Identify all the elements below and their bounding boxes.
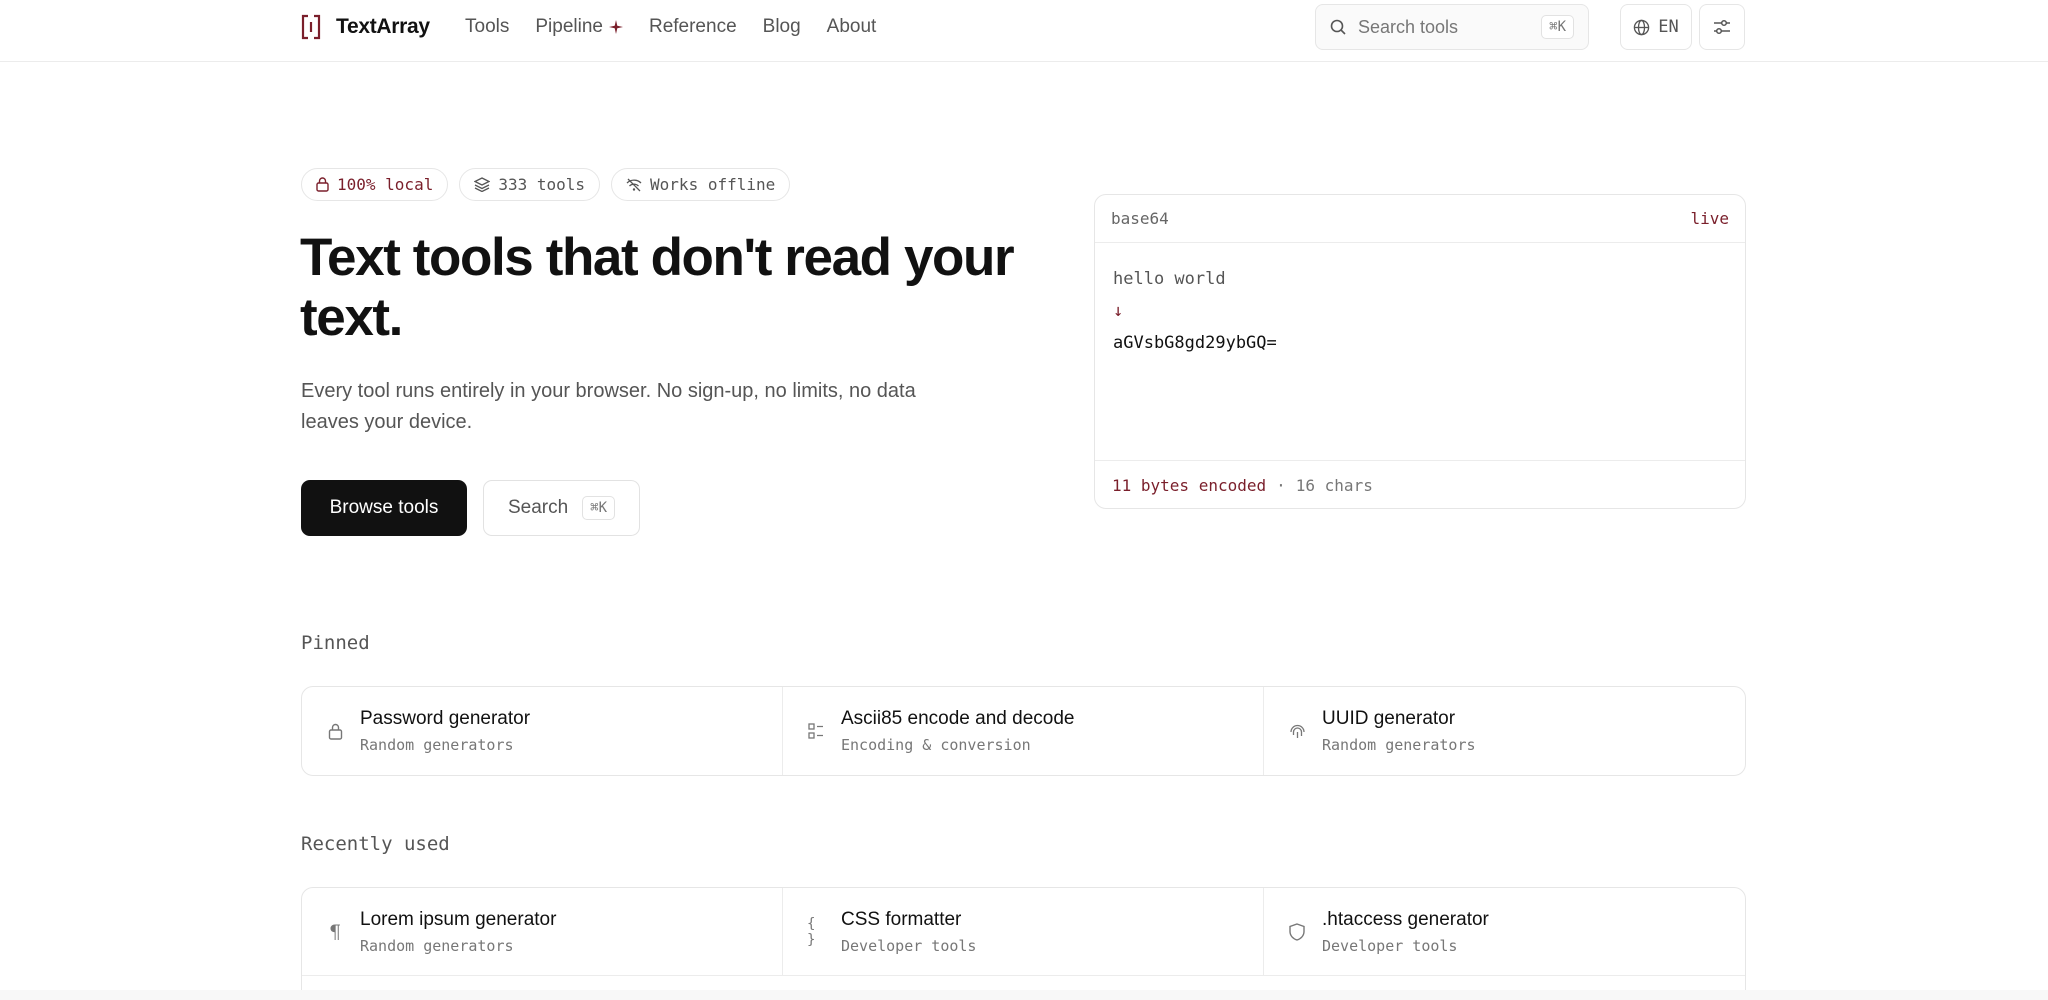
demo-header: base64 live	[1095, 195, 1745, 243]
search-icon	[1330, 19, 1346, 35]
top-navbar: TextArray Tools Pipeline Reference Blog …	[0, 0, 2048, 62]
badge-local: 100% local	[301, 168, 449, 201]
tool-category: Developer tools	[841, 936, 977, 955]
demo-live-status: live	[1690, 209, 1729, 228]
demo-separator: ·	[1276, 476, 1286, 495]
nav-about[interactable]: About	[827, 16, 877, 38]
tool-name: Ascii85 encode and decode	[841, 708, 1075, 729]
search-shortcut: ⌘K	[1541, 15, 1574, 39]
search-input[interactable]: Search tools ⌘K	[1315, 4, 1589, 50]
tool-category: Developer tools	[1322, 936, 1458, 955]
recent-heading: Recently used	[301, 833, 450, 855]
language-label: EN	[1658, 17, 1679, 37]
nav-tools[interactable]: Tools	[465, 16, 509, 38]
nav-pipeline[interactable]: Pipeline	[535, 16, 623, 38]
demo-chars-stat: 16 chars	[1295, 476, 1373, 495]
lock-icon	[316, 177, 329, 192]
demo-bytes-stat: 11 bytes encoded	[1112, 476, 1267, 495]
main-nav: Tools Pipeline Reference Blog About	[465, 14, 876, 40]
nav-blog[interactable]: Blog	[763, 16, 801, 38]
badge-local-label: 100% local	[337, 175, 434, 194]
live-demo-card: base64 live hello world ↓ aGVsbG8gd29ybG…	[1094, 194, 1746, 509]
shield-icon	[1288, 922, 1306, 941]
tool-category: Random generators	[1322, 736, 1476, 754]
demo-tool-name: base64	[1111, 209, 1169, 228]
tool-card[interactable]: { } CSS formatter Developer tools	[783, 888, 1264, 976]
lock-icon	[326, 722, 344, 740]
braces-icon: { }	[807, 915, 816, 948]
nav-pipeline-label: Pipeline	[535, 16, 603, 37]
sliders-icon	[1714, 19, 1730, 35]
language-button[interactable]: EN	[1620, 4, 1692, 50]
feature-badges: 100% local 333 tools Works offline	[301, 168, 791, 201]
tool-name: Password generator	[360, 708, 531, 729]
demo-footer: 11 bytes encoded · 16 chars	[1095, 460, 1745, 508]
bottom-fade	[0, 990, 2048, 1000]
hero-subtitle: Every tool runs entirely in your browser…	[301, 380, 916, 433]
settings-button[interactable]	[1699, 4, 1745, 50]
tool-name: CSS formatter	[841, 908, 962, 930]
nav-reference[interactable]: Reference	[649, 16, 737, 38]
arrow-down-icon: ↓	[1113, 301, 1124, 321]
tool-category: Random generators	[360, 736, 514, 754]
tool-name: Lorem ipsum generator	[360, 908, 557, 930]
search-placeholder: Search tools	[1358, 16, 1459, 37]
demo-input-text: hello world	[1113, 269, 1226, 289]
layers-icon	[474, 177, 491, 192]
sparkle-icon	[608, 20, 623, 34]
brand[interactable]: TextArray	[301, 14, 430, 40]
badge-offline: Works offline	[611, 168, 791, 201]
pilcrow-icon: ¶	[328, 920, 342, 943]
brand-name: TextArray	[336, 15, 430, 38]
blocks-icon	[807, 722, 825, 740]
tool-name: UUID generator	[1322, 708, 1456, 729]
pinned-grid: Password generator Random generators Asc…	[301, 686, 1746, 776]
logo-icon	[301, 14, 321, 40]
demo-output-text: aGVsbG8gd29ybGQ=	[1113, 333, 1277, 353]
tool-card[interactable]: .htaccess generator Developer tools	[1264, 888, 1745, 976]
wifi-off-icon	[626, 178, 642, 191]
browse-tools-button[interactable]: Browse tools	[301, 480, 467, 536]
badge-offline-label: Works offline	[650, 175, 776, 194]
pinned-heading: Pinned	[301, 632, 370, 654]
search-button-shortcut: ⌘K	[582, 496, 616, 520]
fingerprint-icon	[1288, 722, 1306, 740]
search-button[interactable]: Search ⌘K	[483, 480, 640, 536]
globe-icon	[1634, 19, 1650, 35]
tool-card[interactable]: Password generator Random generators	[302, 687, 783, 775]
demo-body: hello world ↓ aGVsbG8gd29ybGQ=	[1113, 269, 1277, 353]
tool-card[interactable]: Ascii85 encode and decode Encoding & con…	[783, 687, 1264, 775]
badge-tool-count-label: 333 tools	[498, 175, 586, 194]
recent-grid: ¶ Lorem ipsum generator Random generator…	[301, 887, 1746, 997]
search-button-label: Search	[507, 497, 569, 518]
badge-tool-count: 333 tools	[459, 168, 601, 201]
tool-category: Encoding & conversion	[841, 736, 1031, 754]
hero-title: Text tools that don't read your text.	[300, 228, 1015, 347]
tool-card[interactable]: ¶ Lorem ipsum generator Random generator…	[302, 888, 783, 976]
tool-card[interactable]: UUID generator Random generators	[1264, 687, 1745, 775]
tool-name: .htaccess generator	[1322, 908, 1489, 930]
tool-category: Random generators	[360, 936, 514, 955]
